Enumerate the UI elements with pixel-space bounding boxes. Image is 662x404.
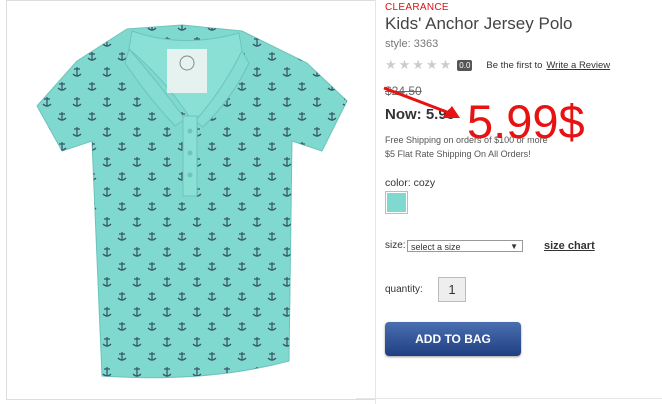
- divider: [356, 398, 662, 399]
- product-image[interactable]: [6, 0, 376, 400]
- price-annotation: 5.99$: [467, 95, 585, 148]
- star-rating-icon: ★★★★★: [385, 57, 454, 72]
- write-review-link[interactable]: Write a Review: [546, 60, 610, 71]
- size-chart-link[interactable]: size chart: [544, 240, 595, 252]
- chevron-down-icon: ▼: [510, 242, 518, 251]
- arrow-icon: [383, 86, 460, 118]
- shirt-image: [36, 24, 348, 379]
- product-title: Kids' Anchor Jersey Polo: [385, 14, 573, 33]
- divider: [375, 0, 376, 404]
- style-number: style: 3363: [385, 38, 439, 50]
- size-label: size:: [385, 240, 406, 251]
- rating-score: 0.0: [457, 59, 473, 71]
- color-label: color: cozy: [385, 177, 436, 189]
- add-to-bag-button[interactable]: ADD TO BAG: [385, 322, 521, 356]
- rating-row: ★★★★★ 0.0 Be the first to Write a Review: [385, 57, 610, 73]
- size-select[interactable]: select a size ▼: [407, 240, 523, 252]
- shipping-note: $5 Flat Rate Shipping On All Orders!: [385, 149, 531, 159]
- quantity-label: quantity:: [385, 284, 423, 295]
- color-swatch[interactable]: [385, 191, 408, 214]
- quantity-input[interactable]: 1: [438, 277, 466, 302]
- size-select-value: select a size: [411, 242, 461, 252]
- clearance-badge: CLEARANCE: [385, 2, 449, 13]
- review-prompt: Be the first to: [486, 59, 543, 71]
